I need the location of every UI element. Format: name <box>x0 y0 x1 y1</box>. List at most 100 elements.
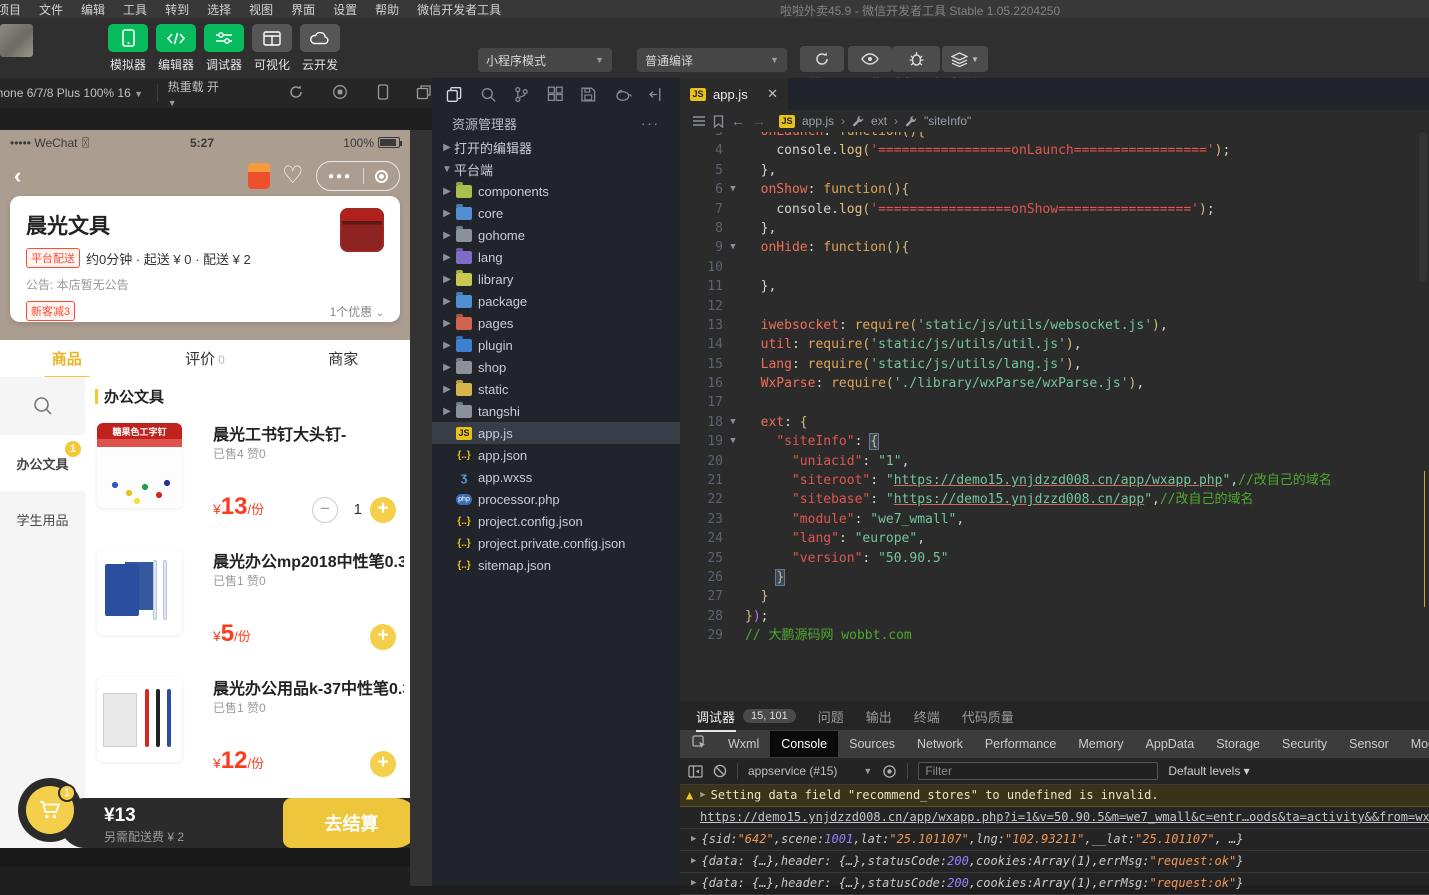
category-item[interactable]: 办公文具1 <box>0 435 85 491</box>
menu-item[interactable]: 项目 <box>0 1 30 18</box>
hot-reload-toggle[interactable]: 热重载 开 ▼ <box>168 78 226 109</box>
console-warning-row[interactable]: ▲▶Setting data field "recommend_stores" … <box>680 785 1429 807</box>
shop-tab-评价[interactable]: 评价0 <box>183 342 227 375</box>
devtools-tab-Sensor[interactable]: Sensor <box>1338 731 1400 757</box>
filter-input[interactable]: Filter <box>918 762 1158 780</box>
bookmark-icon[interactable] <box>713 115 724 128</box>
inspect-element-icon[interactable] <box>680 735 717 753</box>
add-to-cart-button[interactable]: + <box>370 751 396 777</box>
devtools-tab-Security[interactable]: Security <box>1271 731 1338 757</box>
search-button[interactable] <box>0 377 85 435</box>
collapse-panel-icon[interactable] <box>649 86 666 103</box>
folder-plugin[interactable]: ▶plugin <box>432 334 680 356</box>
git-branch-icon[interactable] <box>513 86 530 103</box>
panel-tab-代码质量[interactable]: 代码质量 <box>962 707 1014 726</box>
file-processor.php[interactable]: phpprocessor.php <box>432 488 680 510</box>
devtools-tab-Network[interactable]: Network <box>906 731 974 757</box>
console-link[interactable]: https://demo15.ynjdzzd008.cn/app/wxapp.p… <box>700 807 1429 828</box>
nav-back-icon[interactable]: ← <box>731 113 745 129</box>
menu-item[interactable]: 工具 <box>114 1 156 18</box>
file-app.wxss[interactable]: ʒapp.wxss <box>432 466 680 488</box>
red-envelope-icon[interactable] <box>248 163 270 189</box>
more-actions-icon[interactable]: ··· <box>641 116 660 131</box>
console-object-row[interactable]: ▶{data: {…}, header: {…}, statusCode: 20… <box>680 873 1429 895</box>
folder-gohome[interactable]: ▶gohome <box>432 224 680 246</box>
record-icon[interactable] <box>332 84 348 103</box>
add-to-cart-button[interactable]: + <box>370 624 396 650</box>
shop-tab-商家[interactable]: 商家 <box>326 342 360 375</box>
files-icon[interactable] <box>446 86 463 103</box>
devtools-tab-Storage[interactable]: Storage <box>1205 731 1271 757</box>
phone-rotate-icon[interactable] <box>376 84 390 103</box>
breadcrumb-file[interactable]: app.js <box>802 114 834 128</box>
minus-button[interactable]: − <box>312 497 338 523</box>
menu-item[interactable]: 微信开发者工具 <box>408 1 510 18</box>
folder-shop[interactable]: ▶shop <box>432 356 680 378</box>
levels-select[interactable]: Default levels ▾ <box>1168 764 1249 778</box>
console-object-row[interactable]: ▶{sid: "642", scene: 1001, lat: "25.1011… <box>680 829 1429 851</box>
menu-item[interactable]: 转到 <box>156 1 198 18</box>
windows-icon[interactable] <box>416 84 432 103</box>
menu-item[interactable]: 设置 <box>324 1 366 18</box>
devtools-tab-Memory[interactable]: Memory <box>1067 731 1134 757</box>
search-icon[interactable] <box>480 86 497 103</box>
folder-tangshi[interactable]: ▶tangshi <box>432 400 680 422</box>
menu-item[interactable]: 选择 <box>198 1 240 18</box>
shop-tab-商品[interactable]: 商品 <box>50 342 84 375</box>
checkout-button[interactable]: 去结算 <box>283 798 410 848</box>
reload-icon[interactable] <box>288 84 304 103</box>
file-project.private.config.json[interactable]: {..}project.private.config.json <box>432 532 680 554</box>
breadcrumb-scope[interactable]: ext <box>871 114 887 128</box>
outline-icon[interactable] <box>692 115 706 127</box>
devtools-tab-Console[interactable]: Console <box>770 731 838 757</box>
console-link-row[interactable]: https://demo15.ynjdzzd008.cn/app/wxapp.p… <box>680 807 1429 829</box>
panel-toggle-icon[interactable] <box>688 765 703 778</box>
extensions-icon[interactable] <box>547 86 564 103</box>
folder-package[interactable]: ▶package <box>432 290 680 312</box>
folder-components[interactable]: ▶components <box>432 180 680 202</box>
eye-target-icon[interactable] <box>882 764 897 779</box>
clear-console-icon[interactable] <box>713 764 727 778</box>
device-select[interactable]: iPhone 6/7/8 Plus 100% 16 ▼ <box>0 86 147 100</box>
devtools-tab-Wxml[interactable]: Wxml <box>717 731 770 757</box>
project-root[interactable]: ▼ 平台端 <box>432 158 680 180</box>
folder-library[interactable]: ▶library <box>432 268 680 290</box>
fold-icon[interactable]: ▼ <box>726 432 740 451</box>
console-object-row[interactable]: ▶{data: {…}, header: {…}, statusCode: 20… <box>680 851 1429 873</box>
disclosure-icon[interactable]: ▶ <box>691 873 696 894</box>
disclosure-icon[interactable]: ▶ <box>691 851 696 872</box>
mode-select[interactable]: 小程序模式 ▼ <box>478 48 612 72</box>
devtools-tab-AppData[interactable]: AppData <box>1135 731 1206 757</box>
cloud-debug-icon[interactable] <box>614 87 633 102</box>
menu-item[interactable]: 编辑 <box>72 1 114 18</box>
file-sitemap.json[interactable]: {..}sitemap.json <box>432 554 680 576</box>
context-select[interactable]: appservice (#15) ▼ <box>748 764 872 778</box>
devtools-tab-Sources[interactable]: Sources <box>838 731 906 757</box>
folder-static[interactable]: ▶static <box>432 378 680 400</box>
wechat-capsule[interactable]: ●●● <box>316 161 400 191</box>
menu-item[interactable]: 帮助 <box>366 1 408 18</box>
disclosure-icon[interactable]: ▶ <box>691 829 696 850</box>
breadcrumb-symbol[interactable]: "siteInfo" <box>924 114 971 128</box>
panel-tab-问题[interactable]: 问题 <box>818 707 844 726</box>
user-avatar[interactable] <box>0 24 33 57</box>
panel-tab-终端[interactable]: 终端 <box>914 707 940 726</box>
panel-tab-调试器[interactable]: 调试器15, 101 <box>696 707 796 726</box>
add-to-cart-button[interactable]: + <box>370 497 396 523</box>
editor-scrollbar[interactable] <box>1419 132 1427 282</box>
folder-lang[interactable]: ▶lang <box>432 246 680 268</box>
folder-pages[interactable]: ▶pages <box>432 312 680 334</box>
fold-icon[interactable]: ▼ <box>726 238 740 257</box>
devtools-tab-Performance[interactable]: Performance <box>974 731 1068 757</box>
fold-icon[interactable]: ▼ <box>726 180 740 199</box>
panel-tab-输出[interactable]: 输出 <box>866 707 892 726</box>
nav-forward-icon[interactable]: → <box>752 113 766 129</box>
file-app.js[interactable]: JSapp.js <box>432 422 680 444</box>
devtools-tab-Mock[interactable]: Mock <box>1400 731 1429 757</box>
target-close-icon[interactable] <box>375 170 388 183</box>
fold-icon[interactable]: ▼ <box>726 413 740 432</box>
file-app.json[interactable]: {..}app.json <box>432 444 680 466</box>
file-project.config.json[interactable]: {..}project.config.json <box>432 510 680 532</box>
favorite-heart-icon[interactable]: ♡ <box>282 161 304 190</box>
cart-button[interactable]: 1 <box>18 778 82 842</box>
